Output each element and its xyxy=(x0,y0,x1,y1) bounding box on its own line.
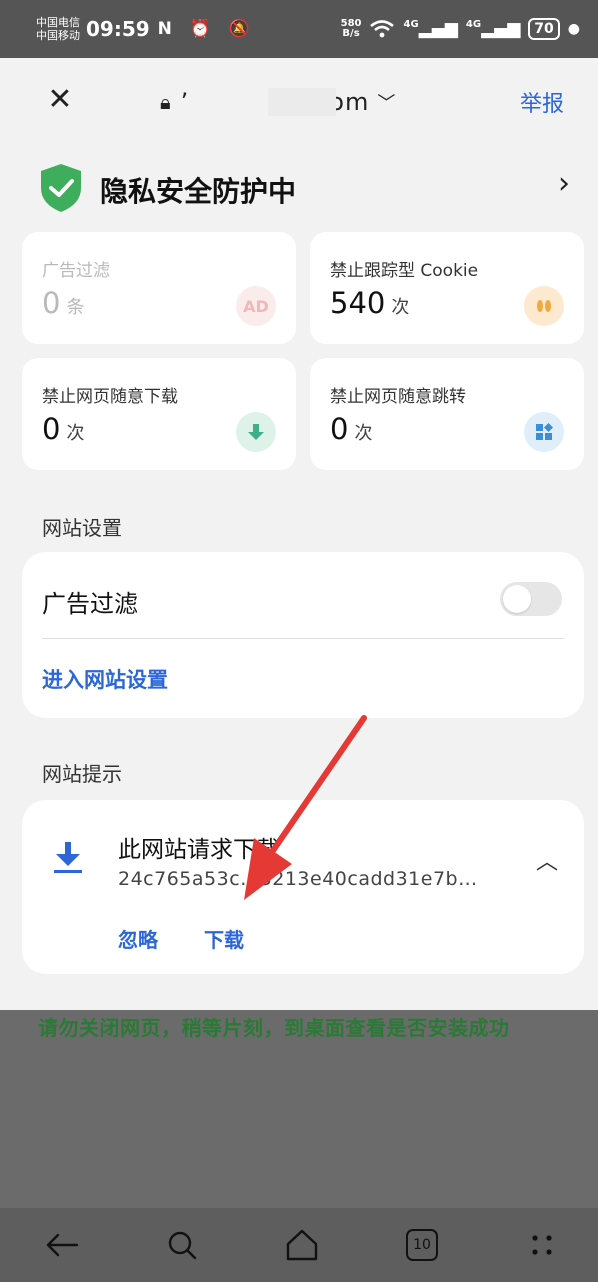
stat-label: 禁止网页随意下载 xyxy=(42,387,178,407)
wifi-icon xyxy=(370,20,395,38)
sheet-header: ✕ 🔒︎ ʼ om ﹀ 举报 xyxy=(0,78,598,128)
chevron-up-icon[interactable]: ︿ xyxy=(536,844,558,876)
close-button[interactable]: ✕ xyxy=(40,80,80,120)
stat-label: 禁止跟踪型 Cookie xyxy=(330,261,479,281)
network-speed: 580 B/s xyxy=(341,19,362,39)
chevron-down-icon: ﹀ xyxy=(377,93,396,114)
home-button[interactable] xyxy=(272,1220,332,1270)
menu-dots-icon xyxy=(532,1235,552,1255)
enter-website-settings-link[interactable]: 进入网站设置 xyxy=(42,664,168,694)
signal-2-icon: 4G▂▄▆ xyxy=(465,19,521,39)
lock-icon: 🔒︎ xyxy=(160,90,171,114)
menu-button[interactable] xyxy=(512,1220,572,1270)
signal-1-icon: 4G▂▄▆ xyxy=(403,19,458,39)
carrier-labels: 中国电信 中国移动 xyxy=(36,16,80,42)
download-button[interactable]: 下载 xyxy=(204,924,244,953)
stat-value: 0次 xyxy=(42,412,85,446)
stat-label: 禁止网页随意跳转 xyxy=(330,387,466,407)
stat-value: 0条 xyxy=(42,286,85,320)
stat-card-ad-filter: 广告过滤 0条 AD xyxy=(22,232,296,344)
battery-indicator: 70 xyxy=(528,18,560,40)
download-request-card: 此网站请求下载 24c765a53c…3213e40cadd31e7b… ︿ 忽… xyxy=(22,800,584,974)
download-file-name: 24c765a53c…3213e40cadd31e7b… xyxy=(118,868,478,890)
privacy-protection-row[interactable]: 隐私安全防护中 › xyxy=(0,156,598,220)
privacy-title: 隐私安全防护中 xyxy=(100,175,297,208)
tabs-button[interactable]: 10 xyxy=(392,1220,452,1270)
ignore-button[interactable]: 忽略 xyxy=(118,924,158,953)
url-start: ʼ xyxy=(180,88,190,116)
status-left-icons: N ⏰ 🔕 xyxy=(157,19,257,39)
home-icon xyxy=(286,1229,318,1261)
section-title-website-settings: 网站设置 xyxy=(42,516,122,540)
background-page-notice: 请勿关闭网页，稍等片刻，到桌面查看是否安装成功 xyxy=(38,1016,510,1040)
jump-icon xyxy=(524,412,564,452)
search-icon xyxy=(168,1231,197,1260)
website-settings-card: 广告过滤 进入网站设置 xyxy=(22,552,584,718)
report-button[interactable]: 举报 xyxy=(520,86,564,118)
url-dropdown[interactable]: 🔒︎ ʼ om ﹀ xyxy=(160,84,395,120)
ad-filter-label: 广告过滤 xyxy=(42,590,138,618)
stat-value: 0次 xyxy=(330,412,373,446)
carrier-2: 中国移动 xyxy=(36,29,80,42)
tabs-count: 10 xyxy=(413,1237,431,1253)
ad-filter-toggle[interactable] xyxy=(500,582,562,616)
carrier-1: 中国电信 xyxy=(36,16,80,29)
site-info-sheet: ✕ 🔒︎ ʼ om ﹀ 举报 隐私安全防护中 › 广告过滤 0条 AD 禁止跟踪… xyxy=(0,58,598,1010)
shield-check-icon xyxy=(41,164,81,212)
download-arrow-icon xyxy=(236,412,276,452)
footprints-icon xyxy=(524,286,564,326)
url-redaction xyxy=(268,88,336,116)
download-icon xyxy=(54,842,82,873)
stat-card-cookie: 禁止跟踪型 Cookie 540 次 xyxy=(310,232,584,344)
network-speed-unit: B/s xyxy=(342,28,360,39)
status-right: 580 B/s 4G▂▄▆ 4G▂▄▆ 70 ● xyxy=(341,18,580,40)
download-request-title: 此网站请求下载 xyxy=(118,837,279,863)
status-time: 09:59 xyxy=(86,17,150,41)
chevron-right-icon: › xyxy=(558,166,570,201)
stat-label: 广告过滤 xyxy=(42,261,110,281)
stat-value: 540 次 xyxy=(330,286,410,320)
power-saving-icon: ● xyxy=(567,21,580,37)
browser-nav-bar: 10 xyxy=(0,1208,598,1282)
ad-icon: AD xyxy=(236,286,276,326)
stat-card-redirect: 禁止网页随意跳转 0次 xyxy=(310,358,584,470)
section-title-website-hints: 网站提示 xyxy=(42,762,122,786)
search-button[interactable] xyxy=(152,1220,212,1270)
back-button[interactable] xyxy=(32,1220,92,1270)
tabs-count-icon: 10 xyxy=(406,1229,438,1261)
toggle-knob xyxy=(503,585,531,613)
status-bar: 中国电信 中国移动 09:59 N ⏰ 🔕 580 B/s 4G▂▄▆ 4G▂▄… xyxy=(0,0,598,58)
back-arrow-icon xyxy=(46,1233,79,1257)
stat-card-download: 禁止网页随意下载 0次 xyxy=(22,358,296,470)
divider xyxy=(42,638,564,639)
